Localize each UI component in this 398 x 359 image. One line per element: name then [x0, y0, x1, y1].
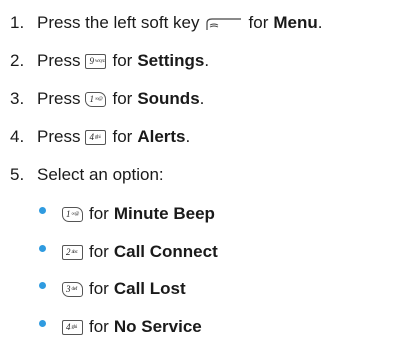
option-connector: for [89, 279, 109, 298]
key-main: 4 [89, 131, 94, 142]
option-call-lost: 3 def for Call Lost [39, 276, 186, 302]
left-soft-key-icon [205, 18, 241, 30]
step-connector: for [112, 89, 133, 108]
settings-label: Settings [137, 51, 205, 70]
option-call-connect: 2 abc for Call Connect [39, 239, 218, 265]
key-sub: wxyz [94, 58, 105, 64]
step-connector: for [248, 13, 269, 32]
option-label: Minute Beep [113, 204, 215, 223]
key-3-icon: 3 def [62, 281, 83, 297]
step-end: . [199, 89, 205, 108]
key-1-icon: 1 ∞@ [85, 91, 107, 107]
step-number: 3. [10, 89, 25, 108]
option-connector: for [89, 204, 109, 223]
key-1-icon: 1 ∞@ [62, 206, 83, 222]
step-connector: for [112, 51, 133, 70]
step-number: 1. [10, 13, 25, 32]
key-sub: ghi [94, 134, 101, 140]
instruction-document: 1. Press the left soft key for Menu. 2. … [0, 0, 398, 359]
key-4-icon: 4 ghi [62, 319, 83, 335]
step-text: Select an option: [37, 165, 164, 184]
key-sub: ghi [71, 324, 78, 330]
key-main: 1 [66, 208, 71, 219]
step-3: 3. Press 1 ∞@ for Sounds. [10, 86, 204, 112]
step-text: Press the left soft key [37, 13, 200, 32]
step-text: Press [37, 51, 81, 70]
key-sub: def [71, 286, 78, 292]
key-sub: abc [71, 249, 78, 255]
sounds-label: Sounds [137, 89, 200, 108]
option-label: Call Connect [113, 242, 218, 261]
step-end: . [204, 51, 210, 70]
option-minute-beep: 1 ∞@ for Minute Beep [39, 201, 215, 227]
option-connector: for [89, 242, 109, 261]
key-main: 4 [66, 321, 71, 332]
step-number: 5. [10, 165, 25, 184]
key-9-icon: 9 wxyz [85, 53, 107, 69]
step-text: Press [37, 89, 81, 108]
key-main: 1 [89, 93, 94, 104]
option-label: Call Lost [113, 279, 186, 298]
step-2: 2. Press 9 wxyz for Settings. [10, 48, 209, 74]
step-1: 1. Press the left soft key for Menu. [10, 10, 322, 36]
alerts-label: Alerts [137, 127, 186, 146]
bullet-icon [39, 281, 46, 289]
option-label: No Service [113, 317, 202, 336]
key-main: 9 [89, 55, 94, 66]
step-connector: for [112, 127, 133, 146]
step-number: 2. [10, 51, 25, 70]
menu-label: Menu [273, 13, 318, 32]
step-5: 5. Select an option: [10, 162, 164, 188]
key-main: 3 [66, 283, 71, 294]
bullet-icon [39, 319, 46, 327]
key-4-icon: 4 ghi [85, 129, 107, 145]
step-4: 4. Press 4 ghi for Alerts. [10, 124, 190, 150]
key-sub: ∞@ [71, 211, 80, 217]
bullet-icon [39, 206, 46, 214]
option-no-service: 4 ghi for No Service [39, 314, 202, 340]
step-end: . [317, 13, 323, 32]
key-main: 2 [66, 246, 71, 257]
step-end: . [185, 127, 191, 146]
step-text: Press [37, 127, 81, 146]
step-number: 4. [10, 127, 25, 146]
option-connector: for [89, 317, 109, 336]
key-sub: ∞@ [94, 96, 103, 102]
key-2-icon: 2 abc [62, 244, 83, 260]
bullet-icon [39, 244, 46, 252]
